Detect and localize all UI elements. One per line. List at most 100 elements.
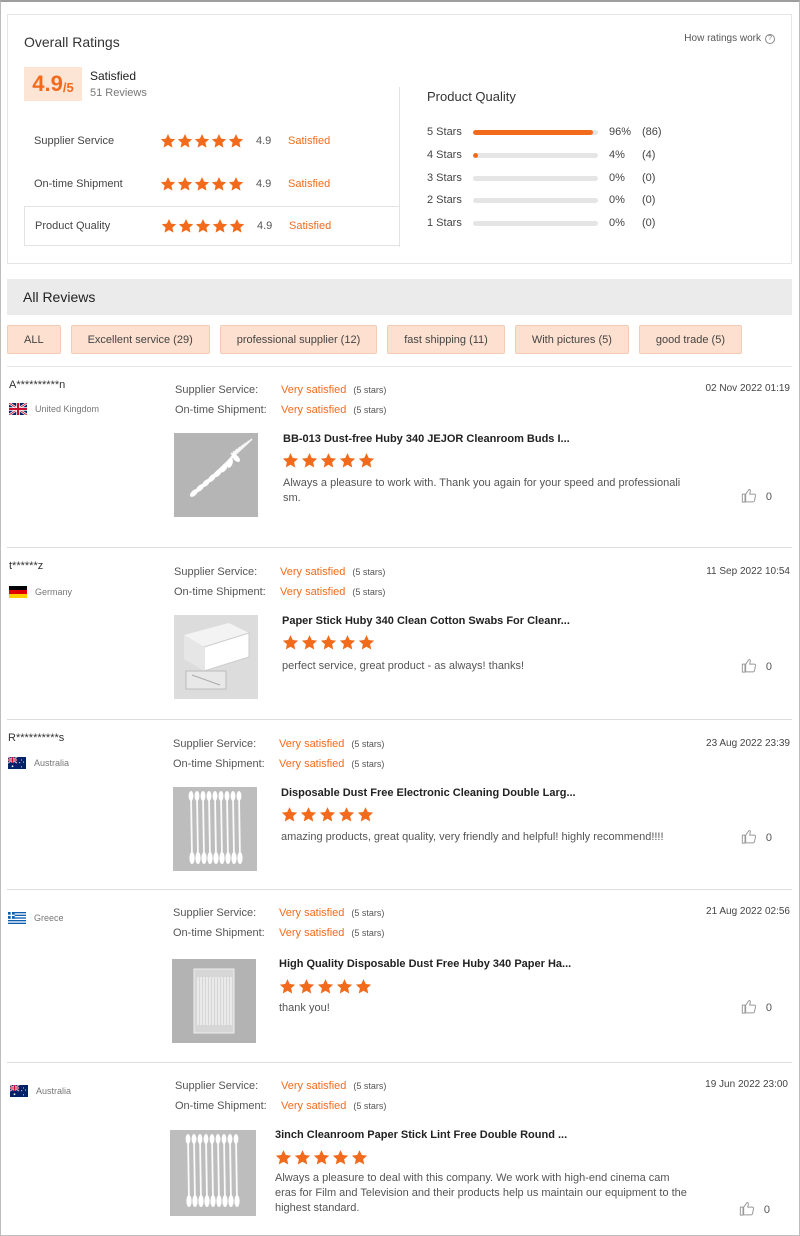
star-icon	[332, 1150, 349, 1165]
thumbs-up-icon[interactable]	[739, 1201, 755, 1219]
shipment-stars: (5 stars)	[351, 928, 385, 938]
review-date: 02 Nov 2022 01:19	[705, 383, 790, 394]
star-icon	[195, 219, 211, 233]
review-item: t******z Germany Supplier Service: Very s…	[7, 548, 792, 720]
review-ratings: Supplier Service: Very satisfied (5 stars)…	[173, 734, 384, 774]
like-count: 0	[765, 1002, 772, 1014]
supplier-service-stars: (5 stars)	[351, 908, 385, 918]
product-title[interactable]: BB-013 Dust-free Huby 340 JEJOR Cleanroo…	[283, 433, 570, 445]
star-rating	[282, 634, 375, 651]
star-icon	[228, 177, 244, 191]
flag-de-icon	[9, 586, 27, 598]
country-name: Australia	[34, 758, 70, 768]
product-title[interactable]: Paper Stick Huby 340 Clean Cotton Swabs …	[282, 615, 570, 627]
review-item: Greece Supplier Service: Very satisfied (5…	[7, 890, 792, 1063]
overall-score-value: 4.9	[32, 71, 63, 96]
breakdown-label: 4 Stars	[427, 149, 462, 161]
star-rating	[279, 978, 372, 995]
breakdown-title: Product Quality	[427, 89, 516, 104]
like-button[interactable]: 0	[741, 829, 772, 847]
shipment-value: Very satisfied	[280, 586, 346, 598]
supplier-service-label: Supplier Service:	[175, 1080, 259, 1092]
shipment-label: On-time Shipment:	[175, 1100, 267, 1112]
breakdown-bar	[473, 152, 598, 158]
like-button[interactable]: 0	[741, 658, 772, 676]
overall-score: 4.9/5	[24, 67, 82, 101]
breakdown-bar-fill	[473, 129, 593, 135]
metric-score: 4.9	[256, 135, 272, 147]
like-count: 0	[765, 491, 772, 503]
like-count: 0	[765, 661, 772, 673]
star-rating	[282, 452, 375, 469]
overall-score-suffix: /5	[62, 79, 74, 95]
thumbs-up-icon[interactable]	[741, 488, 757, 506]
country-name: Greece	[34, 913, 64, 923]
question-circle-icon[interactable]: ?	[765, 33, 775, 44]
product-title[interactable]: High Quality Disposable Dust Free Huby 3…	[279, 958, 571, 970]
product-thumbnail[interactable]	[172, 959, 256, 1043]
like-button[interactable]: 0	[741, 488, 772, 506]
supplier-service-stars: (5 stars)	[353, 385, 387, 395]
review-date: 21 Aug 2022 02:56	[706, 906, 790, 917]
product-thumbnail[interactable]	[173, 787, 257, 871]
metric-product-quality[interactable]: Product Quality 4.9 Satisfied	[24, 206, 400, 246]
review-item: R**********s Australia Supplier Service:…	[7, 720, 792, 890]
country-name: Germany	[35, 587, 73, 597]
product-thumbnail[interactable]	[170, 1130, 256, 1216]
filter-professional-supplier[interactable]: professional supplier (12)	[219, 325, 378, 354]
star-icon	[212, 219, 228, 233]
product-title[interactable]: Disposable Dust Free Electronic Cleaning…	[281, 787, 576, 799]
metric-score: 4.9	[256, 178, 272, 190]
shipment-label: On-time Shipment:	[173, 758, 265, 770]
filter-fast-shipping[interactable]: fast shipping (11)	[387, 325, 505, 354]
reviewer-country: Australia	[10, 1085, 71, 1097]
divider	[399, 87, 400, 247]
star-icon	[336, 979, 353, 994]
review-text: perfect service, great product - as alwa…	[282, 660, 525, 672]
star-icon	[339, 635, 356, 650]
supplier-service-stars: (5 stars)	[353, 1081, 387, 1091]
product-thumbnail[interactable]	[174, 433, 258, 517]
like-button[interactable]: 0	[739, 1201, 770, 1219]
how-ratings-work-link[interactable]: How ratings work ?	[684, 33, 775, 44]
breakdown-row-2: 2 Stars 0% (0)	[427, 193, 655, 207]
filter-with-pictures[interactable]: With pictures (5)	[514, 325, 629, 354]
all-reviews-header: All Reviews	[7, 279, 792, 315]
star-icon	[282, 453, 299, 468]
thumbs-up-icon[interactable]	[741, 829, 757, 847]
breakdown-bar	[473, 129, 598, 135]
metric-word: Satisfied	[289, 220, 332, 232]
breakdown-count: (86)	[642, 126, 662, 138]
thumbs-up-icon[interactable]	[741, 658, 757, 676]
flag-gr-icon	[8, 912, 26, 924]
overall-ratings-panel: Overall Ratings How ratings work ? 4.9/5…	[7, 14, 792, 264]
breakdown-percent: 96%	[609, 126, 632, 138]
like-button[interactable]: 0	[741, 999, 772, 1017]
breakdown-row-3: 3 Stars 0% (0)	[427, 171, 655, 185]
filter-excellent-service[interactable]: Excellent service (29)	[70, 325, 210, 354]
filter-good-trade[interactable]: good trade (5)	[638, 325, 743, 354]
star-icon	[161, 219, 177, 233]
shipment-label: On-time Shipment:	[175, 404, 267, 416]
supplier-service-value: Very satisfied	[280, 566, 346, 578]
metric-supplier-service[interactable]: Supplier Service 4.9 Satisfied	[24, 121, 400, 161]
product-title[interactable]: 3inch Cleanroom Paper Stick Lint Free Do…	[275, 1129, 567, 1141]
shipment-label: On-time Shipment:	[173, 927, 265, 939]
metric-label: Product Quality	[35, 220, 111, 232]
product-thumbnail[interactable]	[174, 615, 258, 699]
breakdown-bar-fill	[473, 152, 478, 158]
shipment-stars: (5 stars)	[353, 1101, 387, 1111]
review-count: 51 Reviews	[90, 87, 147, 99]
metric-ontime-shipment[interactable]: On-time Shipment 4.9 Satisfied	[24, 164, 400, 204]
review-text: thank you!	[279, 1002, 330, 1014]
filter-all[interactable]: ALL	[7, 325, 61, 354]
breakdown-percent: 0%	[609, 194, 625, 206]
star-icon	[355, 979, 372, 994]
review-ratings: Supplier Service: Very satisfied (5 stars)…	[173, 903, 384, 943]
thumbs-up-icon[interactable]	[741, 999, 757, 1017]
breakdown-label: 3 Stars	[427, 172, 462, 184]
review-date: 23 Aug 2022 23:39	[706, 738, 790, 749]
how-ratings-label[interactable]: How ratings work	[684, 33, 761, 44]
breakdown-label: 5 Stars	[427, 126, 462, 138]
breakdown-row-5: 5 Stars 96% (86)	[427, 125, 662, 139]
